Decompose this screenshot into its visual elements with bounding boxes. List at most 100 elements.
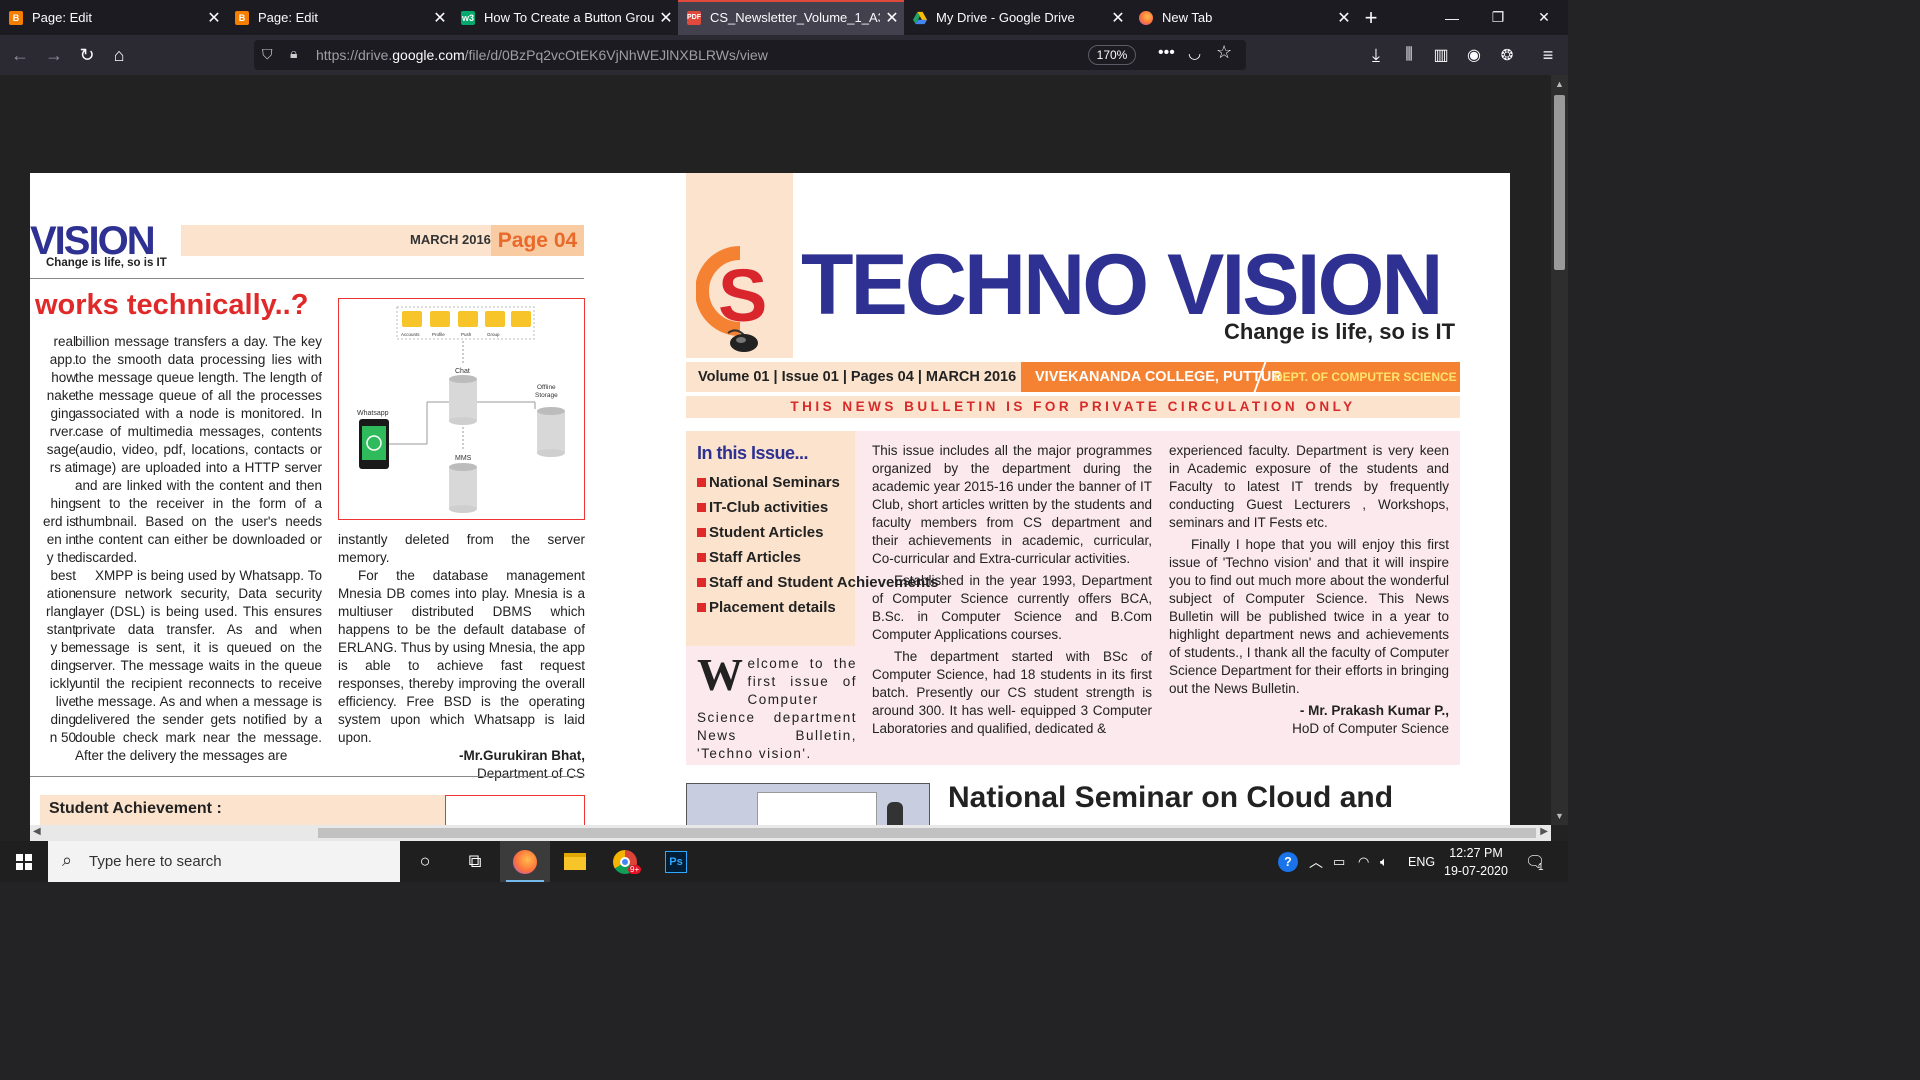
tab-new-tab[interactable]: New Tab ✕ xyxy=(1130,0,1356,35)
address-bar[interactable]: ⛉ 🔒︎ https://drive.google.com/file/d/0Bz… xyxy=(254,40,1246,70)
clipped-line: en in xyxy=(46,532,76,547)
url-text[interactable]: https://drive.google.com/file/d/0BzPq2vc… xyxy=(316,47,768,63)
firefox-taskbar-icon[interactable] xyxy=(500,841,550,882)
bookmark-star-icon[interactable]: ☆ xyxy=(1216,42,1232,63)
database-icon xyxy=(449,463,477,513)
paragraph: This issue includes all the major progra… xyxy=(872,443,1152,566)
extension-icon[interactable]: ❂ xyxy=(1493,41,1521,69)
chrome-icon[interactable]: 9+ xyxy=(600,841,650,882)
volume-icon[interactable]: 🔈︎ xyxy=(1380,841,1388,882)
issue-date: MARCH 2016 xyxy=(410,232,491,247)
close-tab-icon[interactable]: ✕ xyxy=(1106,8,1130,28)
vertical-scroll-thumb[interactable] xyxy=(1554,95,1565,270)
editorial-column-1: This issue includes all the major progra… xyxy=(872,442,1152,742)
library-icon[interactable]: ⫼ xyxy=(1395,41,1423,69)
home-icon[interactable]: ⌂ xyxy=(105,41,133,69)
scroll-up-icon[interactable]: ▲ xyxy=(1555,79,1564,89)
college-name: VIVEKANANDA COLLEGE, PUTTUR xyxy=(1035,369,1282,385)
svg-text:MMS: MMS xyxy=(455,455,472,462)
paragraph: Finally I hope that you will enjoy this … xyxy=(1169,537,1449,696)
zoom-level[interactable]: 170% xyxy=(1088,45,1136,65)
windows-taskbar: ⌕ Type here to search ○ ⧉ 9+ Ps ? ︿ ▭ ◠ … xyxy=(0,841,1568,882)
close-window-button[interactable]: ✕ xyxy=(1521,0,1567,35)
show-hidden-icons[interactable]: ︿ xyxy=(1309,841,1323,882)
svg-text:Accounts: Accounts xyxy=(401,332,420,337)
folder-icon xyxy=(511,311,531,327)
tab-strip: B Page: Edit ✕ B Page: Edit ✕ w3 How To … xyxy=(0,0,1568,35)
article-headline: works technically..? xyxy=(35,289,309,321)
tab-google-drive[interactable]: My Drive - Google Drive ✕ xyxy=(904,0,1130,35)
svg-text:Profile: Profile xyxy=(432,332,445,337)
scroll-left-icon[interactable]: ◀ xyxy=(33,826,41,837)
clipped-line: erd is xyxy=(42,514,76,529)
forward-icon[interactable]: → xyxy=(40,41,68,69)
firefox-icon xyxy=(1139,10,1153,25)
article-column-2: instantly deleted from the server memory… xyxy=(338,531,585,783)
page-actions-icon[interactable]: ••• xyxy=(1158,44,1175,62)
editorial-column-2: experienced faculty. Department is very … xyxy=(1169,442,1449,742)
shield-icon[interactable]: ⛉ xyxy=(262,46,273,63)
paragraph: XMPP is being used by Whatsapp. To ensur… xyxy=(75,568,322,763)
clipped-line: best xyxy=(50,568,76,583)
close-tab-icon[interactable]: ✕ xyxy=(1332,8,1356,28)
folder-icon xyxy=(430,311,450,327)
clipped-line: rver. xyxy=(49,424,76,439)
paragraph: experienced faculty. Department is very … xyxy=(1169,443,1449,530)
reload-icon[interactable]: ↻ xyxy=(73,41,101,69)
clipped-line: stant xyxy=(46,622,76,637)
vertical-scrollbar[interactable]: ▲ ▼ xyxy=(1551,75,1568,825)
battery-icon[interactable]: ▭ xyxy=(1333,841,1345,882)
lock-icon[interactable]: 🔒︎ xyxy=(290,45,297,62)
architecture-diagram: Accounts Profile Push Group Chat Offline… xyxy=(338,298,585,520)
author-name: -Mr.Gurukiran Bhat, xyxy=(458,748,585,763)
pdf-icon: PDF xyxy=(687,10,701,25)
folder-icon xyxy=(458,311,478,327)
help-icon[interactable]: ? xyxy=(1278,841,1298,882)
taskbar-search[interactable]: ⌕ Type here to search xyxy=(48,841,400,882)
w3schools-icon: w3 xyxy=(461,10,475,25)
account-icon[interactable]: ◉ xyxy=(1460,41,1488,69)
clipped-column: real app. how nake ging rver. sage rs at hing er… xyxy=(30,333,76,747)
restore-button[interactable]: ❐ xyxy=(1475,0,1521,35)
sidebar-icon[interactable]: ▥ xyxy=(1427,41,1455,69)
svg-text:Chat: Chat xyxy=(455,368,470,375)
folder-icon xyxy=(485,311,505,327)
cortana-icon[interactable]: ○ xyxy=(400,841,450,882)
close-tab-icon[interactable]: ✕ xyxy=(202,8,226,28)
drop-cap: W xyxy=(697,649,745,700)
back-icon[interactable]: ← xyxy=(6,41,34,69)
tab-page-edit-1[interactable]: B Page: Edit ✕ xyxy=(0,0,226,35)
clipped-line: hing xyxy=(50,496,76,511)
task-view-icon[interactable]: ⧉ xyxy=(450,841,500,882)
clipped-line: y be xyxy=(50,640,76,655)
menu-icon[interactable]: ≡ xyxy=(1534,41,1562,69)
new-tab-button[interactable]: + xyxy=(1356,0,1386,35)
clipped-line: real xyxy=(53,334,76,349)
svg-text:S: S xyxy=(718,254,767,337)
download-icon[interactable]: ⤓ xyxy=(1362,41,1390,69)
close-tab-icon[interactable]: ✕ xyxy=(428,8,452,28)
tab-button-group[interactable]: w3 How To Create a Button Group ✕ xyxy=(452,0,678,35)
minimize-button[interactable]: — xyxy=(1429,0,1475,35)
windows-start-icon[interactable] xyxy=(0,841,48,882)
tab-page-edit-2[interactable]: B Page: Edit ✕ xyxy=(226,0,452,35)
page-number: Page 04 xyxy=(491,225,584,256)
wifi-icon[interactable]: ◠ xyxy=(1358,841,1369,882)
issue-info: Volume 01 | Issue 01 | Pages 04 | MARCH … xyxy=(686,362,1021,392)
file-explorer-icon[interactable] xyxy=(550,841,600,882)
department-name: DEPT. OF COMPUTER SCIENCE xyxy=(1274,370,1457,384)
close-tab-icon[interactable]: ✕ xyxy=(880,8,904,28)
divider xyxy=(30,776,584,777)
close-tab-icon[interactable]: ✕ xyxy=(654,8,678,28)
photoshop-icon[interactable]: Ps xyxy=(651,841,701,882)
scroll-down-icon[interactable]: ▼ xyxy=(1555,811,1564,821)
tab-newsletter-pdf[interactable]: PDF CS_Newsletter_Volume_1_A3.p ✕ xyxy=(678,0,904,35)
scroll-right-icon[interactable]: ▶ xyxy=(1540,826,1548,837)
clipped-line: ation xyxy=(46,586,76,601)
pocket-icon[interactable]: ◡ xyxy=(1188,44,1201,62)
horizontal-scrollbar[interactable]: ◀ ▶ xyxy=(30,825,1551,841)
horizontal-scroll-thumb[interactable] xyxy=(318,828,1536,838)
paragraph: instantly deleted from the server memory… xyxy=(338,532,585,565)
system-clock[interactable]: 12:27 PM 19-07-2020 xyxy=(1436,844,1516,880)
language-indicator[interactable]: ENG xyxy=(1408,841,1435,882)
